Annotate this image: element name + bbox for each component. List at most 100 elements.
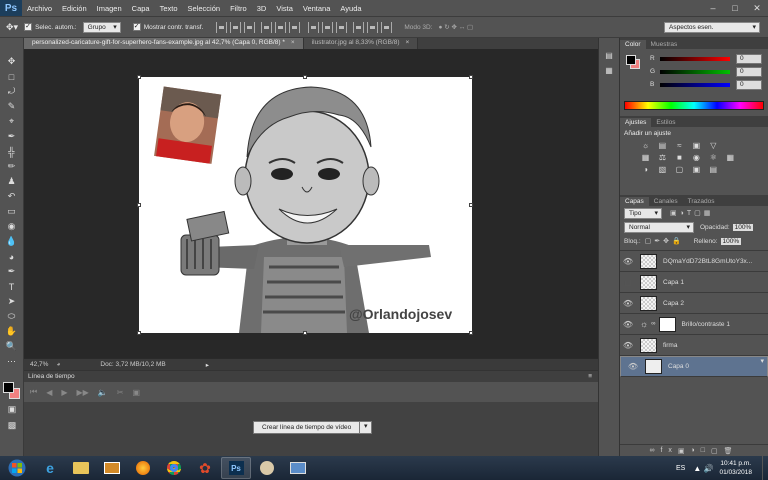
zoom-level[interactable]: 42,7% (30, 361, 48, 368)
swirl-app-icon[interactable]: ✿ (190, 457, 220, 479)
auto-select-dropdown[interactable]: Grupo (82, 21, 121, 33)
tab-paths[interactable]: Trazados (683, 197, 720, 206)
show-desktop-button[interactable] (762, 456, 768, 480)
trash-icon[interactable]: 🗑 (724, 447, 739, 455)
eye-icon[interactable]: 👁 (625, 362, 641, 371)
next-frame-icon[interactable]: ▶▶ (77, 388, 89, 397)
chrome-icon[interactable] (159, 457, 189, 479)
paint-bucket-tool-icon[interactable]: ◉ (3, 219, 21, 234)
eye-icon[interactable]: 👁 (620, 341, 636, 350)
menu-texto[interactable]: Texto (155, 4, 183, 13)
auto-select-checkbox[interactable] (24, 22, 33, 31)
green-slider[interactable] (660, 69, 730, 74)
blue-value[interactable]: 0 (736, 79, 762, 90)
audio-icon[interactable]: 🔈 (98, 388, 108, 397)
transform-handle[interactable] (303, 75, 307, 79)
transform-handle[interactable] (137, 203, 141, 207)
layer-row[interactable]: ▢ Capa 1 (620, 272, 768, 293)
menu-ayuda[interactable]: Ayuda (335, 4, 366, 13)
more-tools-icon[interactable]: ⋯ (3, 354, 21, 369)
menu-edicion[interactable]: Edición (57, 4, 92, 13)
close-tab-icon[interactable]: × (406, 39, 410, 46)
show-transform-checkbox[interactable] (132, 22, 141, 31)
distribute-vcenter-icon[interactable] (322, 21, 334, 33)
document-canvas[interactable]: @Orlandojosev (139, 77, 472, 333)
link-layers-icon[interactable]: ∞ (649, 447, 660, 454)
mode-3d-icons[interactable]: ● ↻ ✥ ↔ ▢ (439, 23, 474, 31)
gradient-map-icon[interactable]: ▤ (708, 164, 719, 174)
fg-color-chip[interactable] (626, 55, 636, 65)
quick-select-tool-icon[interactable]: ✎ (3, 99, 21, 114)
layer-filter-icons[interactable]: ▣◑T▢▦ (670, 209, 713, 217)
workspace-dropdown[interactable]: Aspectos esen. (664, 21, 760, 33)
close-tab-icon[interactable]: × (291, 39, 295, 46)
status-info-icon[interactable]: ◕ (56, 361, 60, 368)
opacity-value[interactable]: 100% (732, 223, 754, 231)
healing-brush-tool-icon[interactable]: ╬ (3, 144, 21, 159)
menu-archivo[interactable]: Archivo (22, 4, 57, 13)
tab-swatches[interactable]: Muestras (646, 40, 683, 49)
transform-handle[interactable] (303, 331, 307, 335)
bw-icon[interactable]: ■ (674, 152, 685, 162)
align-bottom-icon[interactable] (244, 21, 256, 33)
curves-icon[interactable]: ≈ (674, 140, 685, 150)
tab-channels[interactable]: Canales (649, 197, 683, 206)
tab-adjustments[interactable]: Ajustes (620, 118, 652, 127)
tab-layers[interactable]: Capas (620, 197, 649, 206)
channel-mixer-icon[interactable]: ⚛ (708, 152, 719, 162)
selective-color-icon[interactable]: ▣ (691, 164, 702, 174)
align-top-icon[interactable] (216, 21, 228, 33)
transform-handle[interactable] (469, 203, 473, 207)
distribute-left-icon[interactable] (353, 21, 365, 33)
file-explorer-icon[interactable] (66, 457, 96, 479)
tab-styles[interactable]: Estilos (651, 118, 680, 127)
path-select-tool-icon[interactable]: ➤ (3, 294, 21, 309)
move-tool-icon[interactable]: ✥ (3, 54, 21, 69)
history-brush-tool-icon[interactable]: ↶ (3, 189, 21, 204)
photoshop-taskbar-icon[interactable]: Ps (221, 457, 251, 479)
dodge-tool-icon[interactable]: ◕ (3, 249, 21, 264)
show-transform-option[interactable]: Mostrar contr. transf. (132, 22, 203, 31)
color-lookup-icon[interactable]: ▦ (725, 152, 736, 162)
pen-tool-icon[interactable]: ✒ (3, 264, 21, 279)
screen-mode-icon[interactable]: ▩ (3, 418, 21, 433)
clone-stamp-tool-icon[interactable]: ♟ (3, 174, 21, 189)
eyedropper-tool-icon[interactable]: ✒ (3, 129, 21, 144)
align-left-icon[interactable] (261, 21, 273, 33)
blur-tool-icon[interactable]: 💧 (3, 234, 21, 249)
tab-ilustrator[interactable]: ilustrator.jpg al 8,33% (RGB/8) × (303, 38, 419, 49)
internet-explorer-icon[interactable]: e (35, 457, 65, 479)
properties-panel-icon[interactable]: ▦ (600, 63, 618, 78)
layer-row[interactable]: 👁 ☼ ∞ Brillo/contraste 1 (620, 314, 768, 335)
first-frame-icon[interactable]: ⏮ (30, 387, 37, 397)
hand-tool-icon[interactable]: ✋ (3, 324, 21, 339)
blue-slider[interactable] (660, 82, 730, 87)
menu-seleccion[interactable]: Selección (183, 4, 226, 13)
balance-icon[interactable]: ⚖ (657, 152, 668, 162)
exposure-icon[interactable]: ▣ (691, 140, 702, 150)
maximize-icon[interactable]: □ (724, 0, 746, 16)
transform-handle[interactable] (469, 331, 473, 335)
photo-viewer-icon[interactable] (283, 457, 313, 479)
levels-icon[interactable]: ▤ (657, 140, 668, 150)
eye-icon[interactable]: 👁 (620, 320, 636, 329)
tab-caricature[interactable]: personalized-caricature-gift-for-superhe… (24, 38, 304, 49)
quick-mask-icon[interactable]: ▣ (3, 402, 21, 417)
layer-row[interactable]: 👁 Capa 2 (620, 293, 768, 314)
foreground-color-swatch[interactable] (3, 382, 14, 393)
language-indicator[interactable]: ES (676, 465, 685, 472)
split-icon[interactable]: ✂ (117, 388, 124, 397)
blend-mode-dropdown[interactable]: Normal (624, 221, 694, 233)
menu-imagen[interactable]: Imagen (92, 4, 127, 13)
brightness-contrast-icon[interactable]: ☼ (640, 140, 651, 150)
eye-icon[interactable]: 👁 (620, 257, 636, 266)
invert-icon[interactable]: ◑ (640, 164, 651, 174)
align-vcenter-icon[interactable] (230, 21, 242, 33)
tray-icons[interactable]: ▲ 🔊 (693, 464, 713, 473)
transition-icon[interactable]: ▣ (133, 388, 141, 397)
shape-tool-icon[interactable]: ⬭ (3, 309, 21, 324)
lock-icons[interactable]: ▢✒✥🔒 (645, 237, 684, 245)
gradient-triangle-icon[interactable]: ▽ (708, 140, 719, 150)
transform-handle[interactable] (137, 75, 141, 79)
new-layer-icon[interactable]: ▢ (711, 447, 724, 455)
